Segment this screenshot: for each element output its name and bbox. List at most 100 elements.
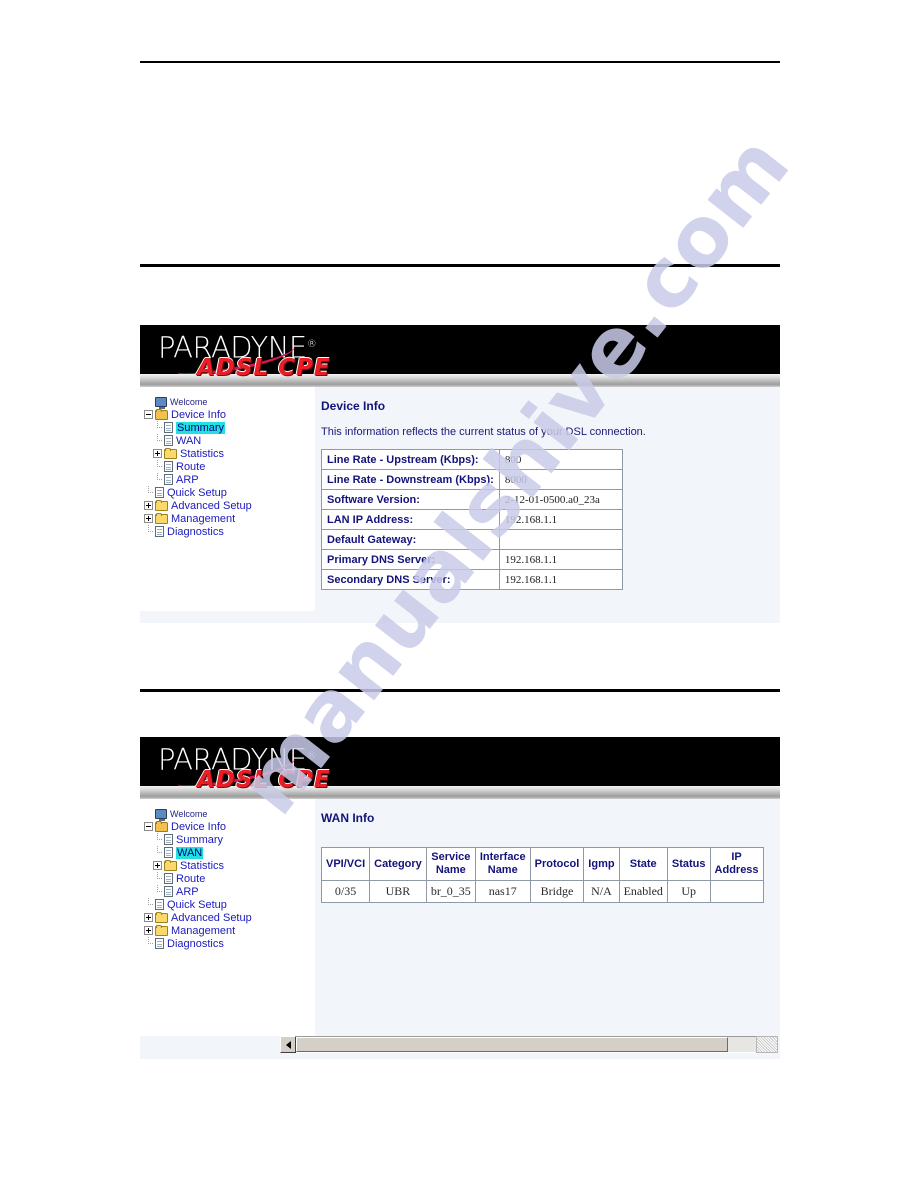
sidebar-item-quick-setup[interactable]: Quick Setup (144, 486, 315, 499)
sidebar-item-summary[interactable]: Summary (144, 421, 315, 434)
info-label-cell: Software Version: (321, 489, 500, 510)
tree-elbow-connector (144, 937, 153, 950)
scrollbar-track[interactable] (296, 1036, 756, 1053)
navigation-sidebar: Welcome Device Info Summary WAN Statistics Ro… (140, 799, 315, 1047)
table-cell: 0/35 (320, 880, 371, 903)
sidebar-item-quick-setup[interactable]: Quick Setup (144, 898, 315, 911)
sidebar-item-label: ARP (176, 473, 199, 486)
column-header: Protocol (529, 847, 585, 881)
scrollbar-thumb[interactable] (296, 1037, 729, 1052)
horizontal-scrollbar[interactable] (140, 1036, 778, 1053)
folder-icon (155, 924, 168, 936)
sidebar-item-arp[interactable]: ARP (144, 885, 315, 898)
sidebar-item-summary[interactable]: Summary (144, 833, 315, 846)
page-icon (164, 847, 173, 858)
page-title: WAN Info (321, 811, 375, 825)
sidebar-item-advanced-setup[interactable]: Advanced Setup (144, 911, 315, 924)
table-row: Software Version: 2-12-01-0500.a0_23a (321, 489, 623, 510)
sidebar-item-label: Quick Setup (167, 486, 227, 499)
sidebar-item-welcome[interactable]: Welcome (144, 807, 315, 821)
sidebar-item-diagnostics[interactable]: Diagnostics (144, 937, 315, 950)
column-header: Category (369, 847, 427, 881)
tree-elbow-connector (144, 898, 153, 911)
sidebar-item-management[interactable]: Management (144, 512, 315, 525)
info-value-cell: 800 (498, 449, 623, 470)
sidebar-item-label: Route (176, 460, 206, 473)
sidebar-item-arp[interactable]: ARP (144, 473, 315, 486)
banner-gradient-bar: ADSL CPE (140, 355, 780, 387)
column-header: VPI/VCI (320, 847, 371, 881)
collapse-minus-icon[interactable] (144, 410, 153, 419)
expand-plus-icon[interactable] (144, 926, 153, 935)
info-value-cell: 2-12-01-0500.a0_23a (498, 489, 623, 510)
tree-elbow-connector (153, 460, 162, 473)
sidebar-item-statistics[interactable]: Statistics (144, 447, 315, 460)
sidebar-item-route[interactable]: Route (144, 872, 315, 885)
registered-trademark-icon: ® (306, 339, 317, 350)
scroll-left-button[interactable] (280, 1036, 296, 1053)
sidebar-item-advanced-setup[interactable]: Advanced Setup (144, 499, 315, 512)
table-row: Default Gateway: (321, 529, 623, 550)
sidebar-item-statistics[interactable]: Statistics (144, 859, 315, 872)
info-label-cell: Default Gateway: (321, 529, 500, 550)
expand-plus-icon[interactable] (153, 861, 162, 870)
column-header: Igmp (583, 847, 620, 881)
tree-elbow-connector (144, 486, 153, 499)
column-header: Interface Name (474, 847, 531, 881)
info-value-cell: 192.168.1.1 (498, 549, 623, 570)
info-label-cell: Line Rate - Upstream (Kbps): (321, 449, 500, 470)
sidebar-item-label: Statistics (180, 859, 225, 872)
tree-elbow-connector (153, 421, 162, 434)
navigation-sidebar: Welcome Device Info Summary WAN Statistics Ro… (140, 387, 315, 611)
wan-info-table: VPI/VCI Category Service Name Interface Name P… (320, 847, 764, 903)
sidebar-item-management[interactable]: Management (144, 924, 315, 937)
sidebar-item-wan[interactable]: WAN (144, 846, 315, 859)
sidebar-item-label: Summary (176, 421, 226, 434)
sidebar-item-label: Device Info (171, 820, 227, 833)
page-icon (164, 834, 173, 845)
sidebar-item-device-info[interactable]: Device Info (144, 820, 315, 833)
scrollbar-left-gap (140, 1036, 280, 1053)
sidebar-item-label: Route (176, 872, 206, 885)
table-cell: br_0_35 (425, 880, 476, 903)
tree-elbow-connector (153, 885, 162, 898)
header-rule (140, 61, 780, 63)
sidebar-item-label: Management (171, 924, 236, 937)
collapse-minus-icon[interactable] (144, 822, 153, 831)
expand-plus-icon[interactable] (144, 514, 153, 523)
info-label-cell: Line Rate - Downstream (Kbps): (321, 469, 500, 490)
content-area-device-info: Device Info This information reflects th… (315, 387, 780, 590)
page-icon (164, 886, 173, 897)
nav-tree: Welcome Device Info Summary WAN Statistics Ro… (144, 395, 315, 538)
expand-plus-icon[interactable] (144, 913, 153, 922)
tree-elbow-connector (144, 525, 153, 538)
sidebar-item-device-info[interactable]: Device Info (144, 408, 315, 421)
sidebar-item-diagnostics[interactable]: Diagnostics (144, 525, 315, 538)
sidebar-item-wan[interactable]: WAN (144, 434, 315, 447)
table-cell: UBR (369, 880, 427, 903)
folder-open-icon (155, 820, 168, 832)
column-header: State (618, 847, 668, 881)
page-icon (155, 526, 164, 537)
page-icon (164, 873, 173, 884)
sidebar-item-label: Quick Setup (167, 898, 227, 911)
sidebar-item-label: Advanced Setup (171, 911, 252, 924)
screenshot-panel-wan-info: PARADYNE® ADSL CPE Welcome Device Info Sum… (140, 737, 780, 1059)
section-rule-lower (140, 689, 780, 692)
folder-icon (155, 499, 168, 511)
table-cell: nas17 (474, 880, 531, 903)
section-rule-upper (140, 264, 780, 267)
monitor-icon (155, 396, 167, 409)
sidebar-item-route[interactable]: Route (144, 460, 315, 473)
expand-plus-icon[interactable] (153, 449, 162, 458)
folder-icon (155, 512, 168, 524)
page-icon (164, 435, 173, 446)
content-area-wan-info: WAN Info VPI/VCI Category Service Name Inter… (315, 799, 780, 903)
expand-plus-icon[interactable] (144, 501, 153, 510)
sidebar-item-label: WAN (176, 846, 204, 859)
table-cell: Up (666, 880, 711, 903)
table-cell (709, 880, 764, 903)
sidebar-item-welcome[interactable]: Welcome (144, 395, 315, 409)
